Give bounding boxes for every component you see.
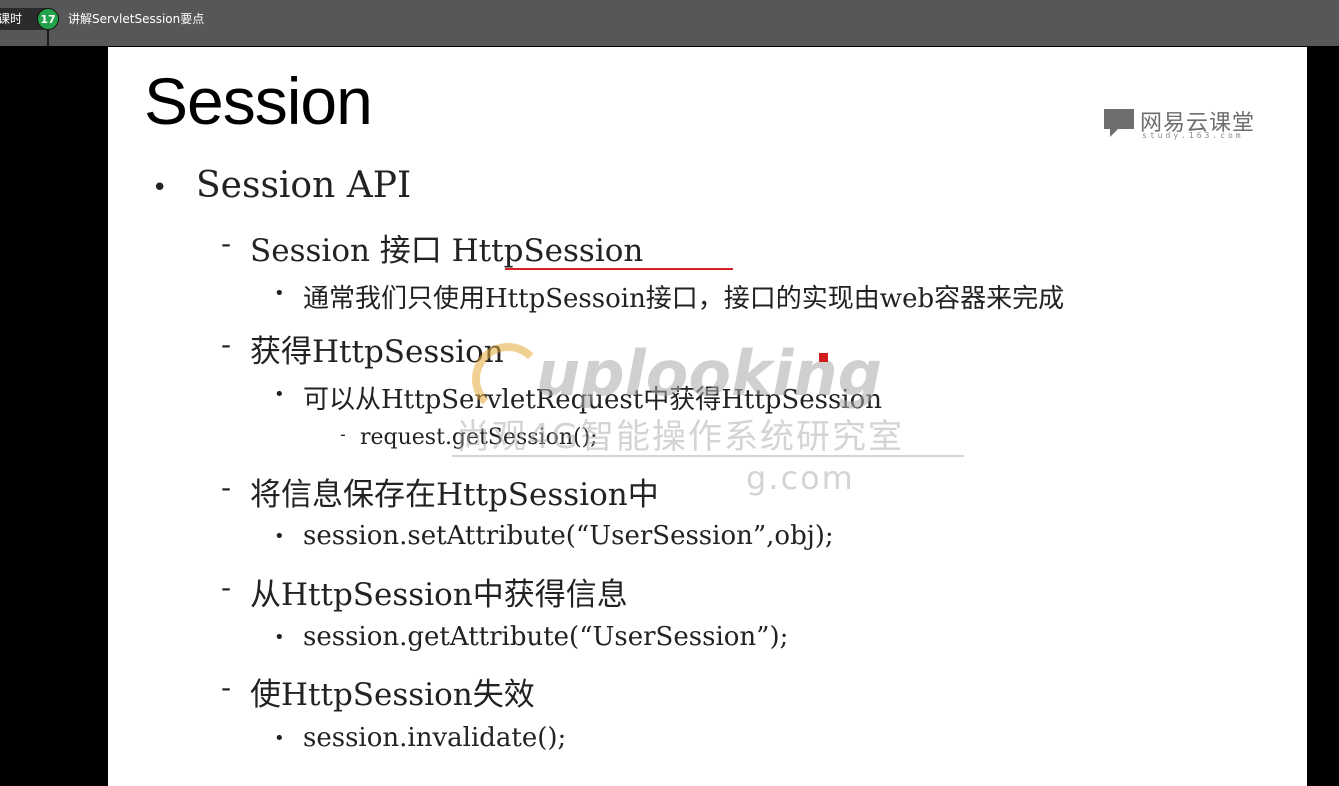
bullet-dash: - — [221, 227, 232, 260]
bullet-level2: 将信息保存在HttpSession中 — [250, 477, 659, 513]
netease-cloud-classroom-logo: 网易云课堂 study.163.com — [1102, 105, 1262, 145]
laser-pointer-dot — [819, 353, 828, 362]
bullet-level3: session.invalidate(); — [303, 723, 567, 753]
bullet-dash: - — [221, 571, 232, 604]
bullet-level2: 获得HttpSession — [250, 334, 504, 370]
logo-url: study.163.com — [1142, 131, 1244, 140]
bullet-dot-small: • — [274, 728, 285, 749]
lesson-title[interactable]: 讲解ServletSession要点 — [68, 8, 204, 30]
bullet-level4: request.getSession(); — [360, 425, 598, 450]
timeline-line — [47, 30, 49, 46]
bullet-level3: session.getAttribute(“UserSession”); — [303, 622, 789, 652]
bullet-level2: Session 接口 HttpSession — [250, 233, 644, 269]
bullet-dot-small: • — [274, 283, 285, 304]
bullet-level2: 使HttpSession失效 — [250, 677, 535, 713]
slide-title: Session — [144, 64, 373, 138]
bullet-level3: session.setAttribute(“UserSession”,obj); — [303, 521, 834, 551]
bullet-dot: • — [152, 173, 168, 203]
lesson-top-bar: 课时 17 讲解ServletSession要点 — [0, 0, 1339, 46]
speech-bubble-icon — [1104, 109, 1134, 137]
slide: Session 网易云课堂 study.163.com • Session AP… — [108, 47, 1307, 786]
bullet-dot-small: • — [274, 526, 285, 547]
bullet-level3: 通常我们只使用HttpSessoin接口，接口的实现由web容器来完成 — [303, 284, 1065, 314]
bullet-dash: - — [221, 471, 232, 504]
bullet-dash-small: - — [340, 425, 346, 444]
bullet-dot-small: • — [274, 627, 285, 648]
watermark-url: g.com — [746, 459, 855, 497]
lesson-number-badge[interactable]: 17 — [37, 8, 59, 30]
lesson-label-text: 课时 — [0, 12, 23, 26]
watermark-rule — [452, 455, 964, 457]
bullet-level1: Session API — [196, 165, 412, 206]
bullet-dot-small: • — [274, 384, 285, 405]
bullet-dash: - — [221, 328, 232, 361]
bullet-level2: 从HttpSession中获得信息 — [250, 577, 628, 613]
bullet-level3: 可以从HttpServletRequest中获得HttpSession — [303, 385, 883, 415]
bullet-dash: - — [221, 671, 232, 704]
red-underline-annotation — [505, 268, 733, 270]
